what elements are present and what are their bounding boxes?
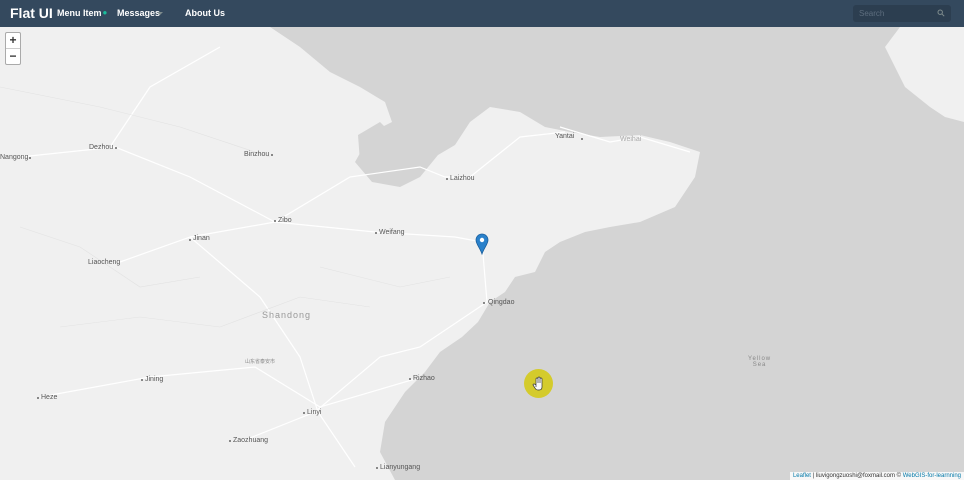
city-label-heze: Heze xyxy=(41,394,58,401)
city-label-qingdao: Qingdao xyxy=(488,299,515,306)
city-label-lianyungang: Lianyungang xyxy=(380,464,421,471)
nav-messages[interactable]: Messages xyxy=(117,8,163,18)
city-label-binzhou: Binzhou xyxy=(244,151,270,158)
city-dot xyxy=(271,154,273,156)
webgis-link[interactable]: WebGIS-for-learnning xyxy=(903,473,961,479)
nav-menu-item[interactable]: Menu Item● xyxy=(57,8,107,18)
city-label-weihai: Weihai xyxy=(620,136,642,143)
cjk-label: 山东省泰安市 xyxy=(245,359,276,365)
city-label-weifang: Weifang xyxy=(379,229,405,236)
city-dot xyxy=(141,379,143,381)
zoom-out-button[interactable]: − xyxy=(6,49,20,64)
nav-about-us[interactable]: About Us xyxy=(185,8,225,18)
city-dot xyxy=(483,302,485,304)
city-label-zibo: Zibo xyxy=(278,217,292,224)
city-label-rizhao: Rizhao xyxy=(413,375,435,382)
region-label: Shandong xyxy=(262,310,312,320)
city-dot xyxy=(375,232,377,234)
navbar: Flat UI Menu Item● Messages About Us xyxy=(0,0,964,27)
search-box xyxy=(853,5,951,22)
notification-dot: ● xyxy=(102,8,108,17)
city-dot xyxy=(115,147,117,149)
zoom-control: + − xyxy=(5,32,21,65)
city-dot xyxy=(229,440,231,442)
attribution-text: | liuvigongzuoshi@foxmail.com © xyxy=(810,473,903,479)
city-dot xyxy=(189,239,191,241)
city-dot xyxy=(409,378,411,380)
map-marker[interactable] xyxy=(475,233,489,260)
sea-label-line2: Sea xyxy=(752,362,767,368)
cursor-highlight xyxy=(524,369,553,398)
city-dot xyxy=(446,178,448,180)
hand-cursor-icon xyxy=(532,376,543,391)
city-label-liaocheng: Liaocheng xyxy=(88,259,121,266)
sea-label: Yellow Sea xyxy=(748,356,771,368)
city-label-dezhou: Dezhou xyxy=(89,144,114,151)
search-input[interactable] xyxy=(859,7,933,20)
search-icon[interactable] xyxy=(937,9,945,17)
map-marker-icon xyxy=(475,233,489,256)
city-label-zaozhuang: Zaozhuang xyxy=(233,437,269,444)
city-label-jining: Jining xyxy=(145,376,164,383)
chevron-down-icon xyxy=(157,12,163,15)
city-label-laizhou: Laizhou xyxy=(450,175,475,182)
brand[interactable]: Flat UI xyxy=(10,5,53,21)
zoom-in-button[interactable]: + xyxy=(6,33,20,48)
city-label-jinan: Jinan xyxy=(193,235,210,242)
city-dot xyxy=(37,397,39,399)
city-dot xyxy=(376,467,378,469)
city-dot xyxy=(29,157,31,159)
nav-messages-label: Messages xyxy=(117,8,161,18)
nav-menu-item-label: Menu Item xyxy=(57,8,102,18)
city-label-linyi: Linyi xyxy=(307,409,322,416)
leaflet-link[interactable]: Leaflet xyxy=(793,473,811,479)
city-label-yantai: Yantai xyxy=(555,133,575,140)
map-attribution: Leaflet | liuvigongzuoshi@foxmail.com © … xyxy=(789,472,964,480)
city-dot xyxy=(303,412,305,414)
city-dot xyxy=(274,220,276,222)
city-label-nangong: Nangong xyxy=(0,154,29,161)
city-dot xyxy=(581,138,583,140)
